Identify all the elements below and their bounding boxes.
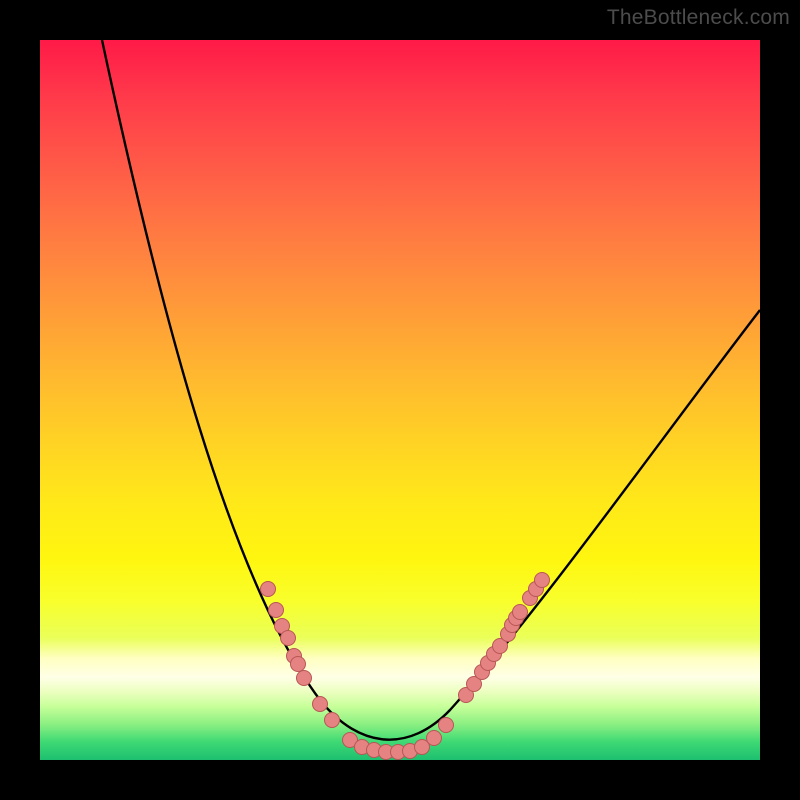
curve-marker (427, 731, 442, 746)
curve-marker (513, 605, 528, 620)
curve-marker (439, 718, 454, 733)
curve-marker (269, 603, 284, 618)
chart-overlay (40, 40, 760, 760)
curve-marker (297, 671, 312, 686)
curve-marker (291, 657, 306, 672)
curve-marker (535, 573, 550, 588)
marker-group (261, 573, 550, 760)
curve-marker (313, 697, 328, 712)
chart-frame: TheBottleneck.com (0, 0, 800, 800)
watermark-text: TheBottleneck.com (607, 6, 790, 30)
curve-marker (261, 582, 276, 597)
curve-marker (325, 713, 340, 728)
curve-marker (281, 631, 296, 646)
bottleneck-curve (102, 40, 760, 740)
